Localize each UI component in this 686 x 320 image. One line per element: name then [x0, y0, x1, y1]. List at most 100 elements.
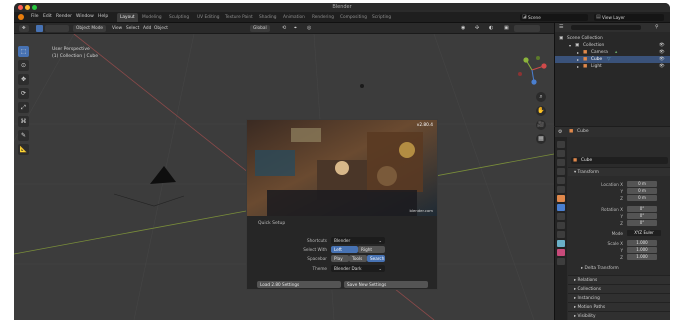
tab-output[interactable]: [557, 159, 565, 166]
tab-texture-paint[interactable]: Texture Paint: [222, 13, 256, 22]
outliner-item-camera[interactable]: ▸ ■ Camera ▴ 👁: [555, 49, 670, 56]
measure-tool-icon[interactable]: 📐: [18, 144, 29, 155]
pivot-icon[interactable]: ⟲: [282, 25, 286, 32]
tab-view-layer[interactable]: [557, 168, 565, 175]
tab-render[interactable]: [557, 150, 565, 157]
zoom-icon[interactable]: ⌕: [536, 92, 546, 102]
ortho-toggle-icon[interactable]: ▦: [536, 134, 546, 144]
xray-icon[interactable]: ▣: [504, 25, 509, 32]
3d-viewport[interactable]: ⬚ ⊙ ✥ ⟳ ⤢ ⌘ ✎ 📐 User Perspective (1) Col…: [14, 34, 554, 320]
menu-window[interactable]: Window: [76, 14, 94, 19]
menu-file[interactable]: File: [31, 14, 39, 19]
tab-modifiers[interactable]: [557, 204, 565, 211]
outliner-item-collection[interactable]: ▾ ▣ Collection 👁: [555, 42, 670, 49]
rotation-mode-dropdown[interactable]: XYZ Euler: [627, 230, 661, 236]
rotation-y-field[interactable]: 0°: [627, 213, 657, 219]
spacebar-tools-button[interactable]: Tools: [349, 255, 367, 262]
tab-layout[interactable]: Layout: [117, 13, 138, 22]
eye-icon[interactable]: 👁: [659, 56, 665, 63]
collections-section-header[interactable]: ▸ Collections: [568, 284, 670, 293]
menu-select[interactable]: Select: [126, 25, 139, 32]
spacebar-play-button[interactable]: Play: [331, 255, 349, 262]
rotation-z-field[interactable]: 0°: [627, 220, 657, 226]
expand-arrow-icon[interactable]: ▸: [577, 63, 579, 70]
tab-world[interactable]: [557, 186, 565, 193]
select-right-button[interactable]: Right: [358, 246, 385, 253]
tab-data[interactable]: [557, 240, 565, 247]
overlay-icon[interactable]: ◐: [489, 25, 493, 32]
tab-compositing[interactable]: Compositing: [337, 13, 370, 22]
tab-animation[interactable]: Animation: [280, 13, 308, 22]
tab-tool[interactable]: [557, 141, 565, 148]
tab-scripting[interactable]: Scripting: [369, 13, 394, 22]
scale-x-field[interactable]: 1.000: [627, 240, 657, 246]
scale-y-field[interactable]: 1.000: [627, 247, 657, 253]
expand-arrow-icon[interactable]: ▸: [577, 56, 579, 63]
shortcuts-dropdown[interactable]: Blender ⌄: [331, 237, 385, 244]
scale-tool-icon[interactable]: ⤢: [18, 102, 29, 113]
object-mode-dropdown[interactable]: Object Mode: [73, 25, 107, 32]
eye-icon[interactable]: 👁: [659, 63, 665, 70]
select-tool-icon[interactable]: ⬚: [18, 46, 29, 57]
outliner-search-input[interactable]: [571, 25, 641, 30]
cursor-tool-icon[interactable]: ⊙: [18, 60, 29, 71]
tab-object[interactable]: [557, 195, 565, 202]
tab-particles[interactable]: [557, 213, 565, 220]
tab-material[interactable]: [557, 249, 565, 256]
gizmo-icon[interactable]: ✣: [475, 25, 479, 32]
outliner-item-cube[interactable]: ▸ ■ Cube ▽ 👁: [555, 56, 670, 63]
blender-logo-icon[interactable]: [18, 14, 24, 20]
tab-uv-editing[interactable]: UV Editing: [194, 13, 222, 22]
expand-arrow-icon[interactable]: ▾: [569, 42, 571, 49]
snap-icon[interactable]: ⌖: [294, 25, 297, 32]
scene-selector[interactable]: ◪ Scene: [520, 14, 588, 21]
transform-orientation-dropdown[interactable]: Global: [250, 25, 270, 32]
outliner-icon[interactable]: ☰: [559, 24, 563, 30]
location-z-field[interactable]: 0 m: [627, 195, 657, 201]
tab-constraints[interactable]: [557, 231, 565, 238]
filter-icon[interactable]: ⚲: [655, 24, 659, 30]
location-x-field[interactable]: 0 m: [627, 181, 657, 187]
tab-rendering[interactable]: Rendering: [309, 13, 337, 22]
tab-sculpting[interactable]: Sculpting: [166, 13, 192, 22]
object-name-field[interactable]: ■ Cube: [571, 157, 668, 164]
camera-view-icon[interactable]: 🎥: [536, 120, 546, 130]
tab-shading[interactable]: Shading: [256, 13, 279, 22]
menu-add[interactable]: Add: [143, 25, 151, 32]
select-box-icon[interactable]: [36, 25, 43, 32]
menu-edit[interactable]: Edit: [43, 14, 52, 19]
menu-render[interactable]: Render: [56, 14, 72, 19]
annotate-tool-icon[interactable]: ✎: [18, 130, 29, 141]
transform-section-header[interactable]: ▾ Transform: [568, 167, 670, 176]
outliner-item-light[interactable]: ▸ ■ Light 👁: [555, 63, 670, 70]
transform-tool-icon[interactable]: ⌘: [18, 116, 29, 127]
properties-editor-icon[interactable]: ⚙: [558, 129, 562, 135]
visibility-icon[interactable]: ◉: [461, 25, 465, 32]
outliner-root-row[interactable]: ▣ Scene Collection: [555, 35, 670, 42]
tab-texture[interactable]: [557, 258, 565, 265]
tab-scene[interactable]: [557, 177, 565, 184]
spacebar-search-button[interactable]: Search: [367, 255, 385, 262]
location-y-field[interactable]: 0 m: [627, 188, 657, 194]
menu-help[interactable]: Help: [98, 14, 108, 19]
tab-physics[interactable]: [557, 222, 565, 229]
scale-z-field[interactable]: 1.000: [627, 254, 657, 260]
pan-hand-icon[interactable]: ✋: [536, 106, 546, 116]
tab-modeling[interactable]: Modeling: [139, 13, 165, 22]
move-tool-icon[interactable]: ✥: [18, 74, 29, 85]
expand-arrow-icon[interactable]: ▸: [577, 49, 579, 56]
menu-view[interactable]: View: [112, 25, 122, 32]
save-settings-button[interactable]: Save New Settings: [344, 281, 428, 288]
rotation-x-field[interactable]: 0°: [627, 206, 657, 212]
instancing-section-header[interactable]: ▸ Instancing: [568, 293, 670, 302]
proportional-edit-icon[interactable]: ◎: [307, 25, 311, 32]
select-left-button[interactable]: Left: [331, 246, 358, 253]
load-settings-button[interactable]: Load 2.80 Settings: [257, 281, 341, 288]
menu-object[interactable]: Object: [154, 25, 168, 32]
rotate-tool-icon[interactable]: ⟳: [18, 88, 29, 99]
editor-type-icon[interactable]: ✥: [19, 25, 29, 32]
camera-object[interactable]: [113, 166, 185, 207]
navigation-gizmo[interactable]: [514, 52, 550, 88]
shading-mode-buttons[interactable]: [514, 25, 540, 32]
relations-section-header[interactable]: ▸ Relations: [568, 275, 670, 284]
